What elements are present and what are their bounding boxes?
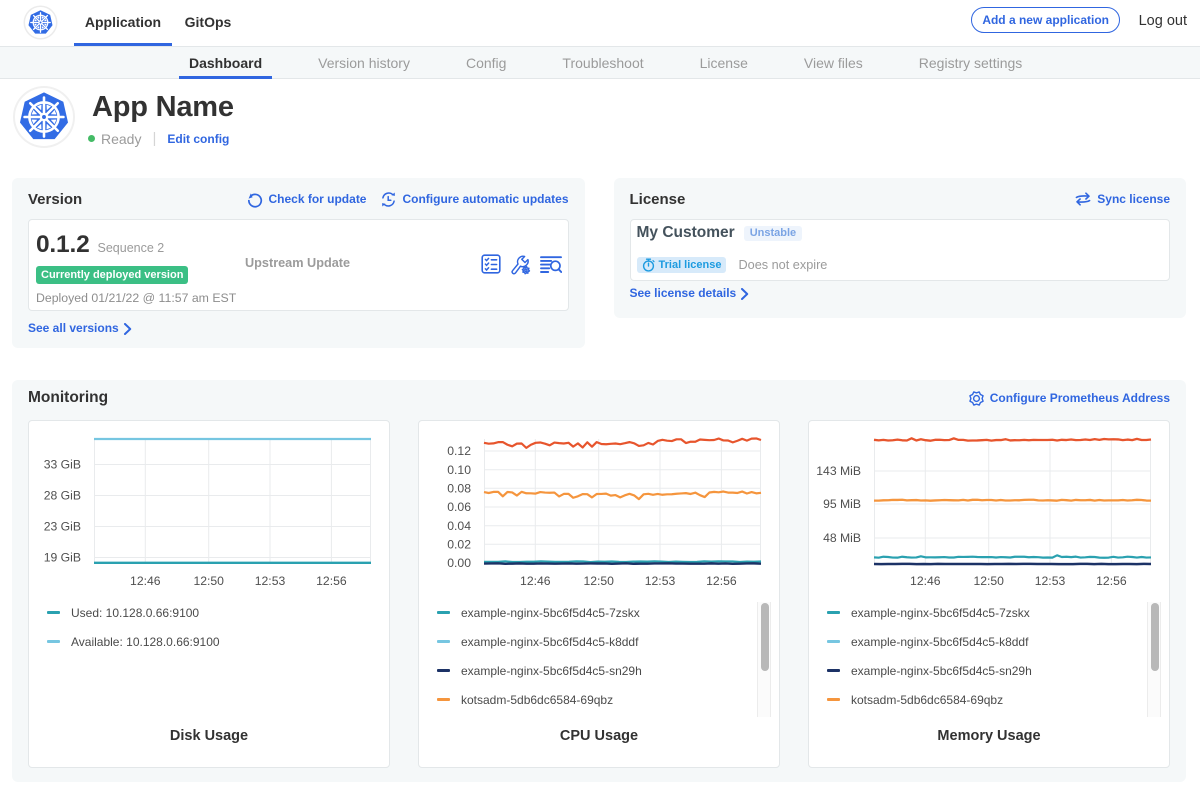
svg-text:0.10: 0.10	[447, 463, 471, 477]
svg-text:23 GiB: 23 GiB	[44, 520, 81, 534]
svg-text:12:50: 12:50	[193, 574, 224, 588]
svg-text:95 MiB: 95 MiB	[823, 497, 861, 511]
svg-text:12:56: 12:56	[316, 574, 347, 588]
svg-text:0.06: 0.06	[447, 500, 471, 514]
svg-text:0.00: 0.00	[447, 556, 471, 570]
svg-text:28 GiB: 28 GiB	[44, 489, 81, 503]
svg-text:12:53: 12:53	[645, 574, 676, 588]
svg-text:12:56: 12:56	[706, 574, 737, 588]
svg-text:12:53: 12:53	[1035, 574, 1066, 588]
svg-text:19 GiB: 19 GiB	[44, 551, 81, 565]
svg-text:12:50: 12:50	[583, 574, 614, 588]
svg-text:33 GiB: 33 GiB	[44, 458, 81, 472]
svg-text:12:46: 12:46	[910, 574, 941, 588]
svg-text:0.02: 0.02	[447, 538, 471, 552]
svg-text:12:46: 12:46	[130, 574, 161, 588]
svg-text:12:56: 12:56	[1096, 574, 1127, 588]
svg-text:12:46: 12:46	[520, 574, 551, 588]
svg-text:12:53: 12:53	[255, 574, 286, 588]
svg-text:143 MiB: 143 MiB	[816, 464, 861, 478]
svg-text:0.04: 0.04	[447, 519, 471, 533]
svg-text:0.08: 0.08	[447, 482, 471, 496]
svg-text:0.12: 0.12	[447, 444, 471, 458]
svg-text:48 MiB: 48 MiB	[823, 531, 861, 545]
svg-text:12:50: 12:50	[973, 574, 1004, 588]
